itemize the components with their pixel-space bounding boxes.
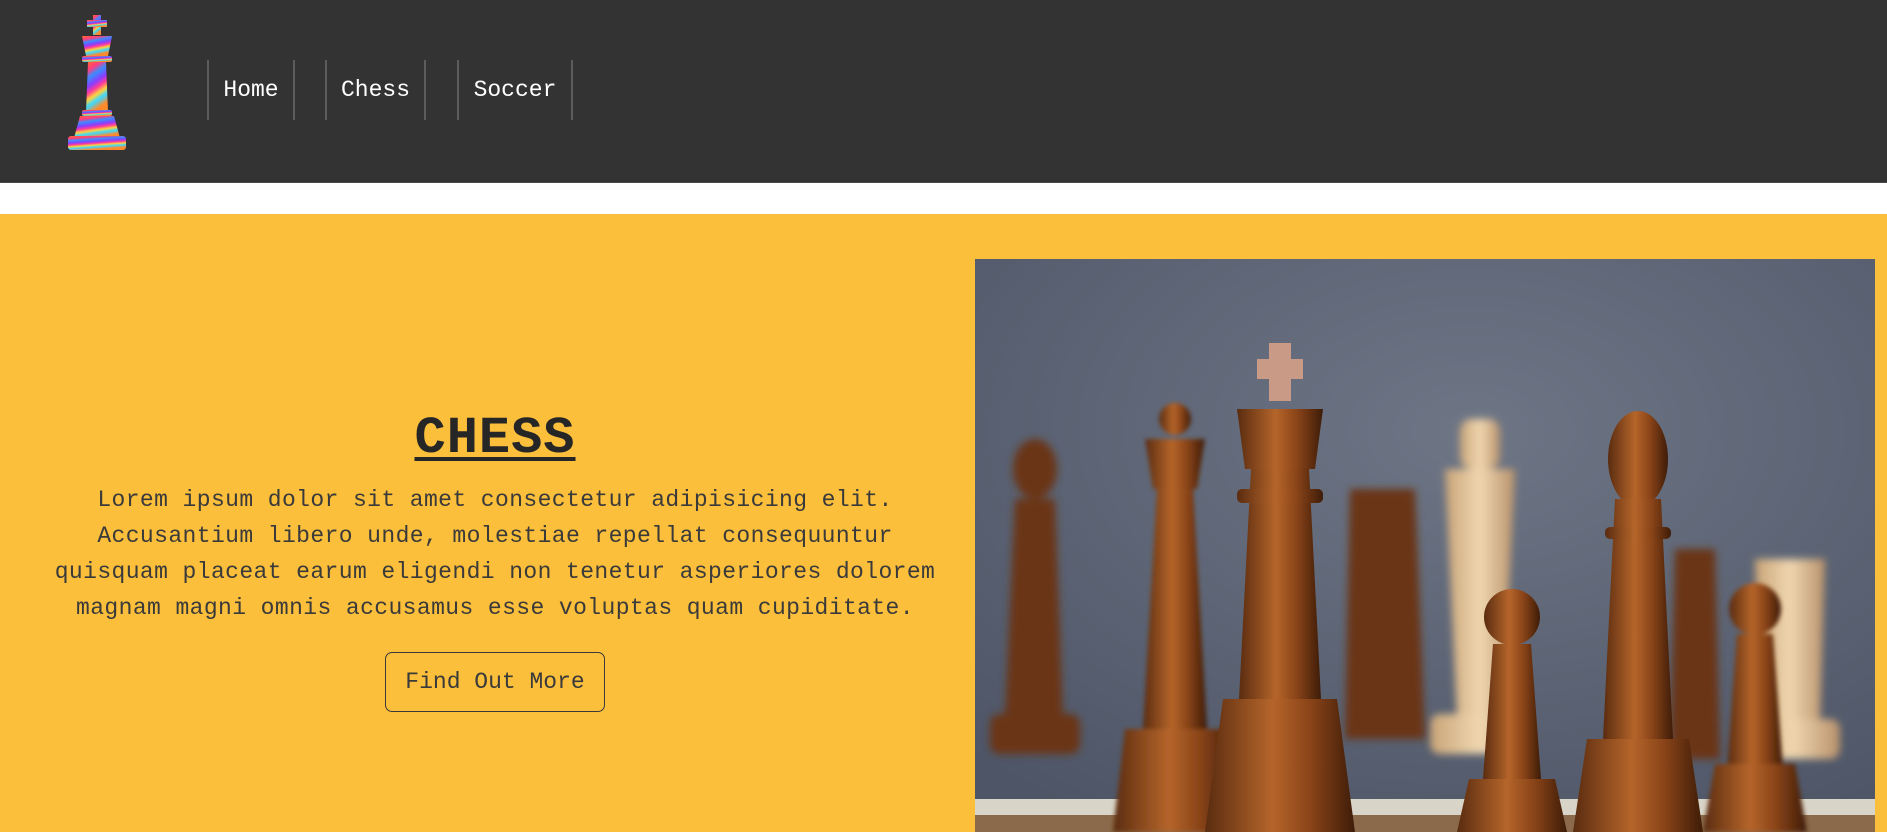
hero-title: CHESS bbox=[414, 409, 576, 468]
hero-text-block: CHESS Lorem ipsum dolor sit amet consect… bbox=[40, 409, 950, 712]
nav-item-soccer[interactable]: Soccer bbox=[457, 60, 573, 120]
chess-king-logo-icon[interactable] bbox=[64, 14, 130, 152]
hero-description: Lorem ipsum dolor sit amet consectetur a… bbox=[54, 487, 936, 621]
chess-pieces-photo bbox=[975, 259, 1875, 832]
hero-section: CHESS Lorem ipsum dolor sit amet consect… bbox=[0, 214, 1887, 832]
nav-item-chess[interactable]: Chess bbox=[325, 60, 426, 120]
find-out-more-button[interactable]: Find Out More bbox=[385, 652, 605, 712]
nav-item-home[interactable]: Home bbox=[207, 60, 295, 120]
site-header: Home Chess Soccer bbox=[0, 0, 1887, 183]
